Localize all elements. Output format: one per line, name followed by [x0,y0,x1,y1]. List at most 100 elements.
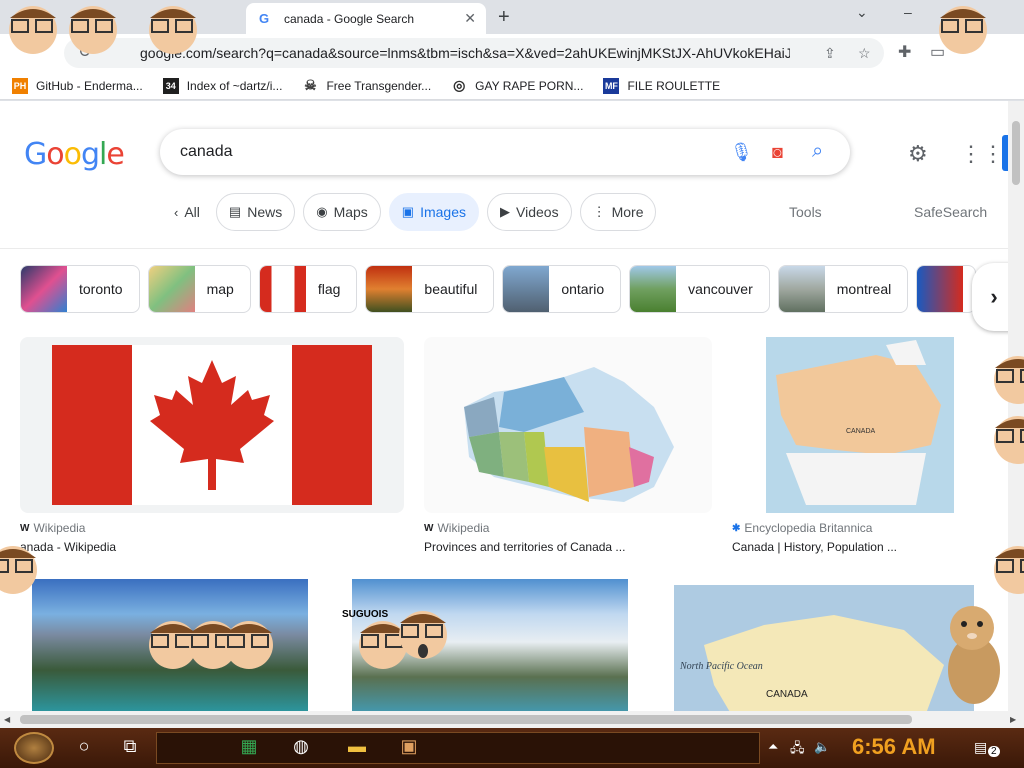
search-icon[interactable]: ⌕ [812,140,823,163]
political-map-svg: North Pacific Ocean CANADA [674,585,974,711]
britannica-map-image[interactable]: CANADA [732,337,988,513]
camera-lens-icon[interactable]: ◙ [772,142,783,163]
result-source: W Wikipedia [424,521,712,535]
search-input[interactable]: canada 🎙 ◙ ⌕ [160,129,850,175]
related-label: montreal [836,281,892,297]
result-source: W Wikipedia [20,521,404,535]
network-icon[interactable]: 🖧 [790,739,805,761]
hamster-overlay [948,606,1000,704]
bookmark-item[interactable]: ☠ Free Transgender... [302,77,432,94]
cartoon-character-overlay [994,356,1024,404]
result-title[interactable]: Provinces and territories of Canada ... [424,540,712,554]
image-result[interactable]: CANADA ✱ Encyclopedia Britannica Canada … [732,337,988,554]
filter-videos[interactable]: ▶ Videos [487,193,572,231]
cartoon-character-overlay [994,546,1024,594]
related-chip[interactable] [916,265,977,313]
share-icon[interactable]: ⇪ [824,45,836,62]
source-label: Encyclopedia Britannica [744,521,873,535]
new-tab-icon[interactable]: + [498,6,510,29]
bookmark-label: Free Transgender... [326,78,432,93]
related-chip[interactable]: map [147,265,251,313]
settings-gear-icon[interactable]: ⚙ [908,141,928,167]
tray-expand-icon[interactable]: ⏶ [768,739,778,755]
search-query: canada [180,143,233,160]
browser-tab-active[interactable]: G canada - Google Search ✕ [246,3,486,34]
chrome-icon[interactable]: ◍ [289,736,313,760]
tab-search-chevron-icon[interactable]: ⌄ [856,4,868,21]
related-chip[interactable]: montreal [777,265,909,313]
related-chip[interactable]: ontario [502,265,622,313]
result-title[interactable]: anada - Wikipedia [20,540,404,554]
search-filters: ‹ All ▤ News ◉ Maps ▣ Images ▶ Videos ⋮ … [166,193,664,231]
bookmark-item[interactable]: MF FILE ROULETTE [603,77,720,94]
next-arrow-button[interactable]: › [972,263,1008,331]
bookmark-star-icon[interactable]: ☆ [858,45,871,62]
notes-app-icon[interactable]: ▦ [237,736,261,760]
game-app-icon[interactable]: ▣ [397,736,421,760]
volume-muted-icon[interactable]: 🔈 [814,739,830,755]
cartoon-character-overlay [939,6,987,54]
filter-more[interactable]: ⋮ More [579,193,657,231]
bookmark-label: Index of ~dartz/i... [186,78,283,93]
start-button[interactable] [14,732,54,764]
filter-images[interactable]: ▣ Images [388,193,480,231]
clock[interactable]: 6:56 AM [852,734,936,760]
canada-flag-svg [52,345,372,505]
bookmark-label: GitHub - Enderma... [36,78,143,93]
related-thumbnail [503,266,550,312]
related-chip[interactable]: flag [258,265,358,313]
tools-button[interactable]: Tools [789,204,822,220]
globe-favicon-icon: ◎ [453,77,466,93]
map-pin-icon: ◉ [316,204,328,219]
provinces-map-image[interactable] [424,337,712,513]
image-result[interactable]: W Wikipedia Provinces and territories of… [424,337,712,554]
bookmarks-bar: PH GitHub - Enderma... 34 Index of ~dart… [0,72,1024,100]
image-result[interactable]: North Pacific Ocean CANADA [674,585,974,711]
google-logo[interactable]: Google [24,137,125,172]
result-source: ✱ Encyclopedia Britannica [732,521,988,535]
result-title[interactable]: Canada | History, Population ... [732,540,988,554]
microphone-icon[interactable]: 🎙 [730,142,753,163]
scroll-left-icon[interactable]: ◀ [4,715,10,724]
map-label-canada-2: CANADA [766,689,808,700]
image-result[interactable]: W Wikipedia anada - Wikipedia [20,337,404,554]
map-label-canada: CANADA [846,428,876,435]
apps-grid-icon[interactable]: ⋮⋮ [960,141,1004,167]
bookmark-item[interactable]: ◎ GAY RAPE PORN... [451,77,583,94]
bookmark-favicon-icon: MF [603,77,620,94]
related-chip[interactable]: vancouver [629,265,770,313]
filter-maps[interactable]: ◉ Maps [303,193,381,231]
filter-all[interactable]: ‹ All [166,193,208,231]
task-view-icon[interactable]: ⧉ [118,736,142,760]
cartoon-character-overlay [0,546,37,594]
canada-flag-image[interactable] [20,337,404,513]
notifications-icon[interactable]: ▤ [974,739,987,756]
minimize-icon[interactable]: – [904,4,912,20]
scroll-right-icon[interactable]: ▶ [1010,715,1016,724]
bookmark-item[interactable]: PH GitHub - Enderma... [12,77,143,94]
file-explorer-icon[interactable]: ▬ [345,736,369,760]
search-circle-icon[interactable]: ○ [72,736,96,760]
related-chip[interactable]: toronto [20,265,140,313]
scroll-thumb[interactable] [20,715,912,724]
related-thumbnail [630,266,677,312]
source-label: Wikipedia [33,521,86,535]
related-chip[interactable]: beautiful [365,265,495,313]
source-label: Wikipedia [437,521,490,535]
close-tab-icon[interactable]: ✕ [464,10,476,27]
map-label-pacific: North Pacific Ocean [679,661,763,672]
scroll-thumb[interactable] [1012,121,1020,185]
political-map-image[interactable]: North Pacific Ocean CANADA [674,585,974,711]
google-favicon-icon: G [258,10,270,26]
horizontal-scrollbar[interactable]: ◀ ▶ [0,711,1024,728]
related-thumbnail [778,266,825,312]
pinned-apps-area: ▦ ◍ ▬ ▣ [156,732,760,764]
filter-news[interactable]: ▤ News [215,193,296,231]
play-icon: ▶ [500,204,511,219]
wikipedia-icon: W [424,522,434,534]
bookmark-item[interactable]: 34 Index of ~dartz/i... [162,77,283,94]
desktop-screen: G canada - Google Search ✕ + ⌄ – google.… [0,0,1024,768]
extensions-puzzle-icon[interactable]: ✚ [898,42,911,62]
safesearch-button[interactable]: SafeSearch [914,204,987,220]
tab-title: canada - Google Search [284,11,415,26]
